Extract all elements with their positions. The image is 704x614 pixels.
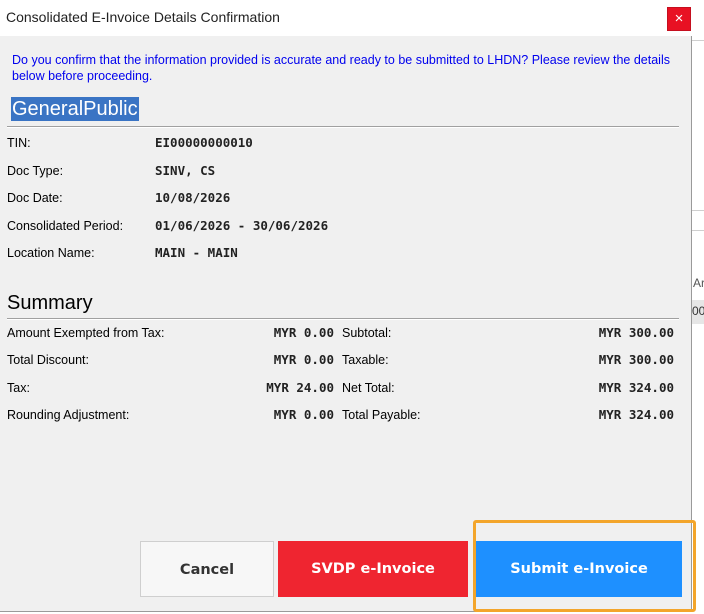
rounding-label: Rounding Adjustment:	[7, 408, 130, 422]
net-total-value: MYR 324.00	[598, 380, 674, 395]
cancel-button[interactable]: Cancel	[140, 541, 274, 597]
svdp-einvoice-button[interactable]: SVDP e-Invoice	[278, 541, 468, 597]
doc-date-label: Doc Date:	[7, 191, 63, 205]
close-button[interactable]: ×	[667, 7, 691, 31]
period-value: 01/06/2026 - 30/06/2026	[155, 218, 329, 233]
close-icon: ×	[674, 10, 684, 27]
taxable-label: Taxable:	[342, 353, 389, 367]
window-title: Consolidated E-Invoice Details Confirmat…	[6, 9, 280, 25]
location-label: Location Name:	[7, 246, 95, 260]
discount-value: MYR 0.00	[273, 352, 334, 367]
divider	[7, 318, 679, 320]
period-label: Consolidated Period:	[7, 219, 124, 233]
background-column-header: Ar	[693, 276, 704, 290]
confirmation-dialog: Consolidated E-Invoice Details Confirmat…	[0, 0, 692, 612]
divider	[7, 126, 679, 128]
background-divider	[692, 230, 704, 231]
total-payable-value: MYR 324.00	[598, 407, 674, 422]
summary-heading: Summary	[7, 292, 93, 314]
title-bar: Consolidated E-Invoice Details Confirmat…	[0, 0, 692, 36]
customer-name[interactable]: GeneralPublic	[11, 97, 139, 121]
doc-type-label: Doc Type:	[7, 164, 64, 178]
doc-type-value: SINV, CS	[155, 163, 216, 178]
tin-label: TIN:	[7, 136, 31, 150]
background-divider	[692, 40, 704, 41]
subtotal-value: MYR 300.00	[598, 325, 674, 340]
total-payable-label: Total Payable:	[342, 408, 421, 422]
background-divider	[692, 210, 704, 211]
net-total-label: Net Total:	[342, 381, 395, 395]
background-cell: 00	[692, 300, 704, 324]
tin-value: EI00000000010	[155, 135, 253, 150]
subtotal-label: Subtotal:	[342, 326, 392, 340]
doc-date-value: 10/08/2026	[155, 190, 231, 205]
submit-einvoice-button[interactable]: Submit e-Invoice	[476, 541, 682, 597]
tax-label: Tax:	[7, 381, 30, 395]
exempt-value: MYR 0.00	[273, 325, 334, 340]
taxable-value: MYR 300.00	[598, 352, 674, 367]
rounding-value: MYR 0.00	[273, 407, 334, 422]
confirmation-notice: Do you confirm that the information prov…	[12, 53, 670, 83]
location-value: MAIN - MAIN	[155, 245, 238, 260]
exempt-label: Amount Exempted from Tax:	[7, 326, 165, 340]
tax-value: MYR 24.00	[266, 380, 334, 395]
discount-label: Total Discount:	[7, 353, 89, 367]
